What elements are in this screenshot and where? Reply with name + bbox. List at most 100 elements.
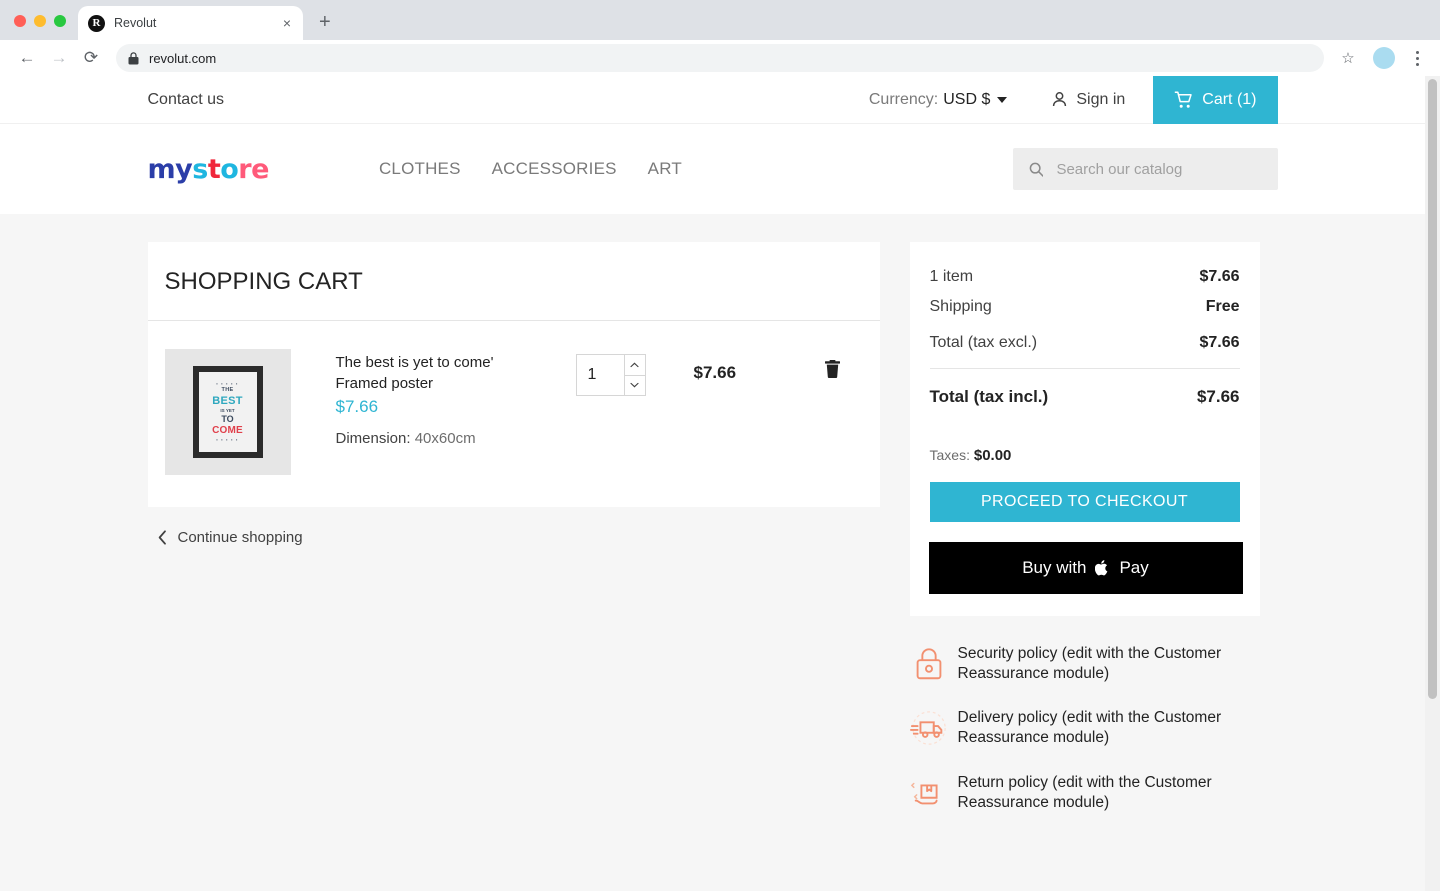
sign-in-label: Sign in: [1076, 90, 1126, 108]
back-icon[interactable]: ←: [12, 43, 42, 73]
lock-icon: [128, 51, 139, 64]
product-name-link[interactable]: The best is yet to come' Framed poster: [336, 354, 494, 392]
browser-menu-icon[interactable]: [1406, 50, 1428, 66]
forward-icon[interactable]: →: [44, 43, 74, 73]
policy-text: Return policy (edit with the Customer Re…: [930, 773, 1260, 813]
summary-label: 1 item: [929, 268, 974, 285]
total-value: $7.66: [1196, 387, 1240, 406]
chevron-up-icon: [630, 362, 639, 367]
revolut-favicon: R: [88, 14, 105, 32]
close-window-button[interactable]: [14, 15, 26, 27]
search-icon: [1029, 162, 1044, 177]
product-attribute: Dimension: 40x60cm: [336, 430, 568, 447]
main-navigation: CLOTHES ACCESSORIES ART: [379, 159, 682, 179]
user-icon: [1053, 92, 1067, 107]
tab-strip: R Revolut × +: [0, 0, 1440, 40]
quantity-decrease-icon[interactable]: [625, 376, 645, 396]
cart-column: SHOPPING CART ▪ ▪ ▪ ▪ ▪ THE BEST IS YET: [147, 242, 880, 837]
continue-shopping-link[interactable]: Continue shopping: [148, 507, 880, 568]
site-top-bar: Contact us Currency: USD $ Sign in Cart …: [0, 76, 1425, 124]
close-tab-icon[interactable]: ×: [281, 16, 293, 30]
poster-text-come: COME: [212, 425, 243, 436]
reload-icon[interactable]: ⟳: [76, 43, 106, 73]
cart-card: SHOPPING CART ▪ ▪ ▪ ▪ ▪ THE BEST IS YET: [147, 242, 880, 507]
policy-text: Security policy (edit with the Customer …: [930, 644, 1260, 684]
browser-toolbar: ← → ⟳ revolut.com ☆: [0, 40, 1440, 76]
poster-text-yet: IS YET: [220, 407, 235, 413]
trash-icon: [824, 360, 840, 378]
page-title: SHOPPING CART: [147, 242, 880, 321]
summary-row-items: 1 item $7.66: [930, 262, 1240, 292]
policy-title: Delivery policy: [957, 709, 1058, 727]
proceed-to-checkout-button[interactable]: PROCEED TO CHECKOUT: [929, 482, 1240, 522]
contact-us-link[interactable]: Contact us: [148, 91, 224, 109]
taxes-label: Taxes:: [929, 447, 970, 463]
poster-text-best: BEST: [212, 394, 243, 407]
top-bar-right: Currency: USD $ Sign in Cart (1): [869, 76, 1278, 124]
maximize-window-button[interactable]: [54, 15, 66, 27]
quantity-input[interactable]: [576, 355, 624, 395]
cart-button[interactable]: Cart (1): [1153, 76, 1278, 124]
summary-label: Total (tax excl.): [929, 334, 1038, 351]
browser-tab[interactable]: R Revolut ×: [78, 6, 303, 40]
shopping-cart-icon: [1175, 90, 1193, 108]
nav-item-clothes[interactable]: CLOTHES: [379, 159, 461, 179]
cart-label: Cart (1): [1202, 90, 1257, 108]
summary-row-total-incl: Total (tax incl.) $7.66: [930, 373, 1240, 415]
window-controls: [0, 15, 78, 40]
profile-avatar[interactable]: [1373, 47, 1395, 69]
line-item-total: $7.66: [693, 363, 737, 382]
bookmark-star-icon[interactable]: ☆: [1334, 44, 1362, 72]
chevron-left-icon: [158, 530, 166, 545]
policy-title: Security policy: [957, 645, 1058, 662]
currency-label: Currency:: [868, 90, 939, 108]
policy-item-return[interactable]: Return policy (edit with the Customer Re…: [910, 773, 1260, 813]
currency-selector[interactable]: Currency: USD $: [868, 76, 1008, 124]
product-unit-price: $7.66: [335, 397, 379, 417]
currency-value: USD $: [943, 90, 991, 108]
nav-item-accessories[interactable]: ACCESSORIES: [492, 159, 617, 179]
product-name-line1: The best is yet to come': [335, 354, 494, 371]
poster-text-the: THE: [221, 387, 234, 393]
browser-window: R Revolut × + ← → ⟳ revolut.com ☆ Contac…: [0, 0, 1440, 891]
address-bar[interactable]: revolut.com: [116, 44, 1324, 72]
search-input[interactable]: [1056, 160, 1262, 178]
nav-item-art[interactable]: ART: [648, 159, 682, 179]
summary-value: $7.66: [1199, 334, 1240, 351]
summary-value: Free: [1205, 298, 1240, 315]
policy-item-delivery[interactable]: Delivery policy (edit with the Customer …: [909, 708, 1260, 748]
policy-item-security[interactable]: Security policy (edit with the Customer …: [910, 644, 1260, 684]
policy-title: Return policy: [957, 773, 1048, 791]
page-content: Contact us Currency: USD $ Sign in Cart …: [0, 76, 1425, 891]
quantity-stepper[interactable]: [575, 354, 646, 396]
apple-pay-button[interactable]: Buy with Pay: [928, 542, 1243, 594]
page-scrollbar[interactable]: [1425, 76, 1440, 891]
site-header: mystore CLOTHES ACCESSORIES ART: [0, 124, 1425, 214]
tab-title: Revolut: [114, 16, 157, 30]
product-info: The best is yet to come' Framed poster $…: [336, 349, 568, 447]
product-thumbnail[interactable]: ▪ ▪ ▪ ▪ ▪ THE BEST IS YET TO COME ▪ ▪ ▪ …: [164, 349, 291, 475]
minimize-window-button[interactable]: [34, 15, 46, 27]
taxes-value: $0.00: [973, 447, 1012, 464]
continue-shopping-label: Continue shopping: [177, 529, 303, 546]
product-name-line2: Framed poster: [335, 374, 434, 392]
summary-value: $7.66: [1199, 268, 1240, 285]
cart-page-content: SHOPPING CART ▪ ▪ ▪ ▪ ▪ THE BEST IS YET: [147, 214, 1278, 837]
remove-item-button[interactable]: [824, 349, 863, 384]
order-summary-card: 1 item $7.66 Shipping Free Total (tax ex…: [909, 242, 1260, 616]
scrollbar-thumb[interactable]: [1428, 79, 1437, 699]
policy-text: Delivery policy (edit with the Customer …: [930, 708, 1260, 748]
poster-dots-top: ▪ ▪ ▪ ▪ ▪: [216, 381, 239, 386]
sign-in-link[interactable]: Sign in: [1051, 76, 1125, 124]
apple-logo-icon: [1095, 560, 1108, 576]
product-attribute-value: 40x60cm: [414, 430, 476, 448]
reassurance-policies: Security policy (edit with the Customer …: [909, 616, 1260, 813]
apple-pay-prefix: Buy with: [1022, 558, 1087, 577]
quantity-steps: [623, 355, 645, 396]
search-box[interactable]: [1012, 148, 1278, 190]
summary-row-total-excl: Total (tax excl.) $7.66: [930, 322, 1240, 366]
poster-text-to: TO: [221, 414, 234, 424]
site-logo[interactable]: mystore: [148, 154, 270, 185]
new-tab-button[interactable]: +: [319, 11, 331, 40]
quantity-increase-icon[interactable]: [624, 355, 645, 376]
